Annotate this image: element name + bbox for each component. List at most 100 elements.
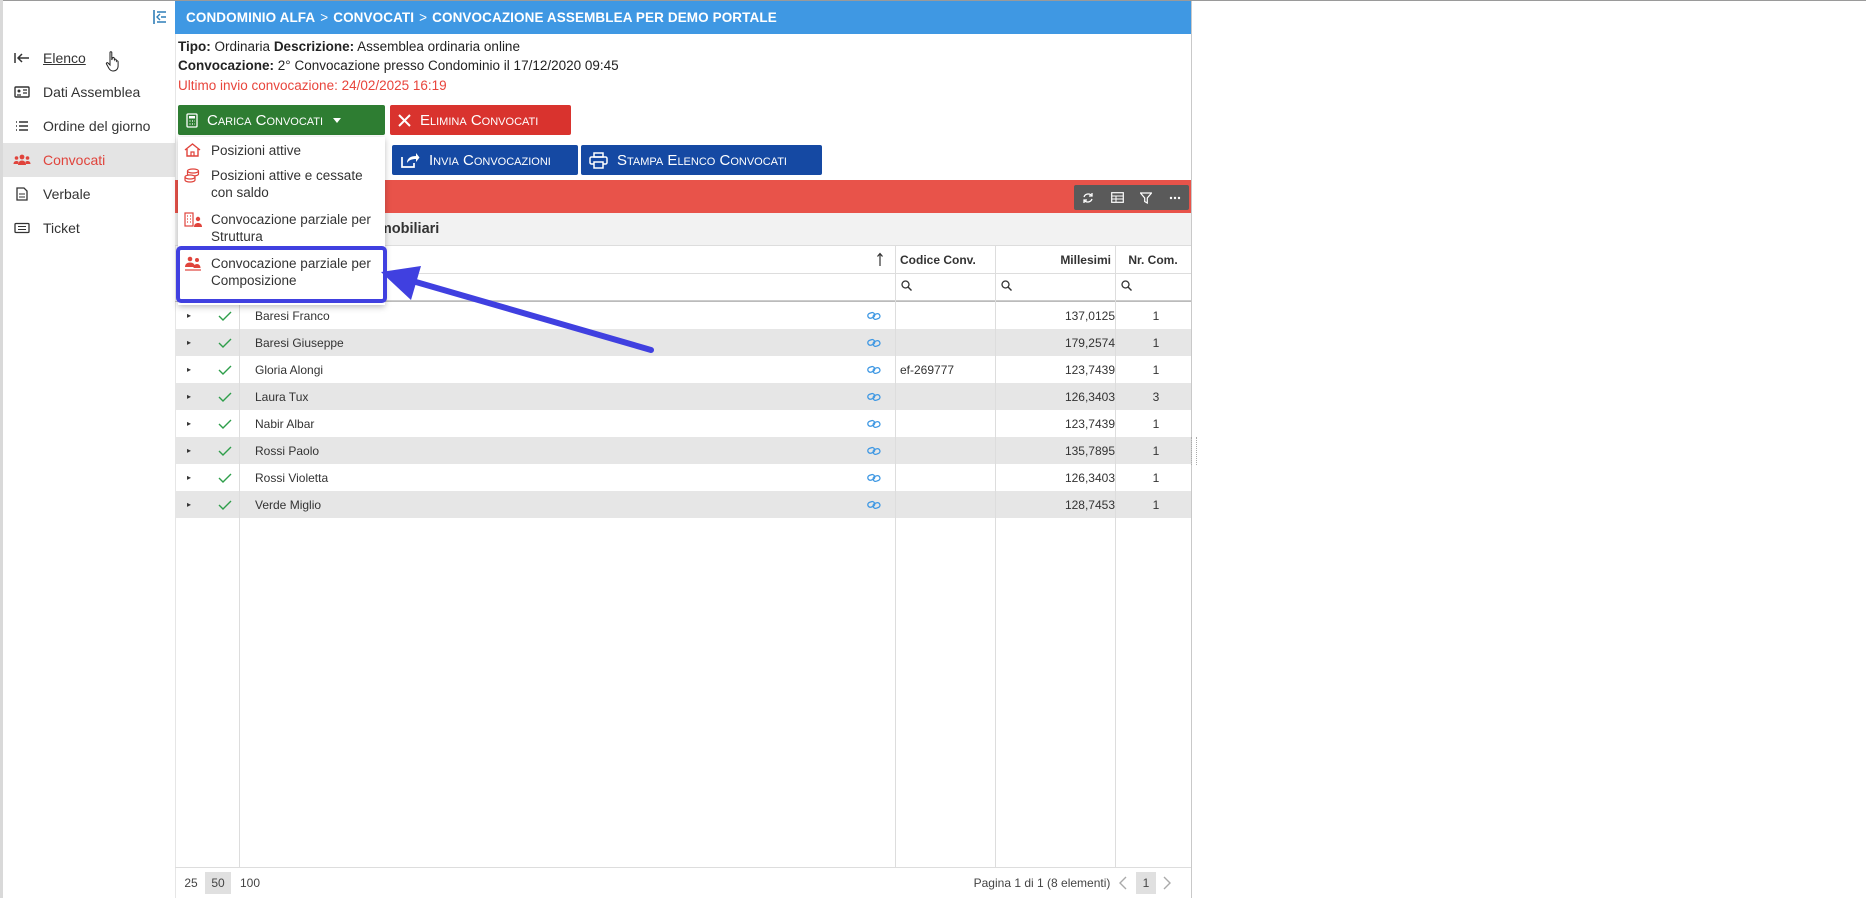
expand-icon[interactable]: ▸ [187, 383, 201, 410]
expand-icon[interactable]: ▸ [187, 437, 201, 464]
more-icon[interactable] [1164, 188, 1186, 208]
link-icon[interactable] [867, 464, 885, 491]
sort-arrow-up-icon[interactable] [877, 252, 883, 269]
expand-icon[interactable]: ▸ [187, 356, 201, 383]
name-cell: Nabir Albar [255, 416, 315, 431]
stampa-elenco-button[interactable]: Stampa Elenco Convocati [581, 145, 822, 175]
sidebar-item-convocati[interactable]: Convocati [3, 143, 175, 177]
link-icon[interactable] [867, 437, 885, 464]
ultimo-invio-text: Ultimo invio convocazione: 24/02/2025 16… [178, 78, 447, 93]
table-row[interactable]: ▸ Nabir Albar 123,7439 1 [175, 410, 1191, 437]
pager-info: Pagina 1 di 1 (8 elementi) [973, 876, 1111, 890]
check-icon [218, 383, 238, 410]
expand-icon[interactable]: ▸ [187, 329, 201, 356]
sidebar-item-label: Dati Assemblea [43, 84, 141, 100]
check-icon [218, 464, 238, 491]
table-row[interactable]: ▸ Rossi Paolo 135,7895 1 [175, 437, 1191, 464]
expand-icon[interactable]: ▸ [187, 302, 201, 329]
elimina-convocati-label: Elimina Convocati [420, 111, 539, 129]
table-row[interactable]: ▸ Laura Tux 126,3403 3 [175, 383, 1191, 410]
nr-cell: 1 [1152, 416, 1160, 431]
page-button-1[interactable]: 1 [1136, 872, 1156, 894]
tipo-label: Tipo: [178, 39, 211, 54]
next-page-icon[interactable] [1160, 872, 1174, 894]
breadcrumb-item-convocati[interactable]: CONVOCATI [333, 10, 414, 25]
page-size-25[interactable]: 25 [179, 872, 203, 894]
menu-item-posizioni-cessate[interactable]: Posizioni attive e cessate con saldo [178, 167, 385, 201]
nr-filter-cell[interactable] [1115, 274, 1191, 301]
nr-column-header[interactable]: Nr. Com. [1115, 246, 1191, 274]
sidebar: Elenco Dati Assemblea Ordine del giorno … [3, 1, 176, 898]
table-row[interactable]: ▸ Verde Miglio 128,7453 1 [175, 491, 1191, 518]
info-tipo-line: Tipo: Ordinaria Descrizione: Assemblea o… [178, 39, 520, 54]
check-icon [218, 410, 238, 437]
sidebar-item-ticket[interactable]: Ticket [3, 211, 175, 245]
code-cell: ef-269777 [900, 362, 955, 377]
convocazione-value: 2° Convocazione presso Condominio il 17/… [277, 58, 619, 73]
name-cell: Verde Miglio [255, 497, 322, 512]
breadcrumb-item-condominio[interactable]: CONDOMINIO ALFA [186, 10, 315, 25]
annotation-arrow [381, 266, 654, 353]
link-icon[interactable] [867, 356, 885, 383]
grid-pager: 25 50 100 Pagina 1 di 1 (8 elementi) 1 [175, 867, 1191, 898]
list-icon [12, 120, 32, 132]
table-row[interactable]: ▸ Gloria Alongi ef-269777 123,7439 1 [175, 356, 1191, 383]
menu-item-posizioni-attive[interactable]: Posizioni attive [178, 142, 385, 161]
nr-cell: 1 [1152, 308, 1160, 323]
sidebar-item-elenco[interactable]: Elenco [3, 41, 175, 75]
expand-icon[interactable]: ▸ [187, 464, 201, 491]
filter-icon[interactable] [1135, 188, 1157, 208]
code-cell [895, 329, 1000, 356]
millesimi-cell: 123,7439 [1064, 362, 1115, 377]
millesimi-filter-cell[interactable] [995, 274, 1115, 301]
page-size-100[interactable]: 100 [235, 872, 265, 894]
id-card-icon [12, 86, 32, 98]
table-row[interactable]: ▸ Rossi Violetta 126,3403 1 [175, 464, 1191, 491]
columns-icon[interactable] [1106, 188, 1128, 208]
sidebar-item-ordine-del-giorno[interactable]: Ordine del giorno [3, 109, 175, 143]
millesimi-cell: 126,3403 [1064, 470, 1115, 485]
code-filter-cell[interactable] [895, 274, 995, 301]
check-icon [218, 329, 238, 356]
expand-icon[interactable]: ▸ [187, 491, 201, 518]
link-icon[interactable] [867, 410, 885, 437]
nr-cell: 1 [1152, 470, 1160, 485]
stampa-elenco-label: Stampa Elenco Convocati [617, 151, 787, 169]
code-cell [895, 383, 1000, 410]
home-icon [184, 142, 206, 161]
millesimi-column-header[interactable]: Millesimi [995, 246, 1115, 274]
link-icon[interactable] [867, 302, 885, 329]
back-arrow-icon [12, 52, 32, 64]
sidebar-item-dati-assemblea[interactable]: Dati Assemblea [3, 75, 175, 109]
check-icon [218, 491, 238, 518]
sidebar-item-verbale[interactable]: Verbale [3, 177, 175, 211]
menu-item-parziale-struttura[interactable]: Convocazione parziale per Struttura [178, 211, 385, 245]
breadcrumb-separator: > [320, 10, 329, 25]
annotation-highlight-box [176, 246, 387, 303]
link-icon[interactable] [867, 383, 885, 410]
document-icon [12, 187, 32, 201]
refresh-icon[interactable] [1077, 188, 1099, 208]
millesimi-cell: 179,2574 [1064, 335, 1115, 350]
carica-convocati-button[interactable]: Carica Convocati [178, 105, 385, 135]
prev-page-icon[interactable] [1116, 872, 1130, 894]
code-column-header[interactable]: Codice Conv. [895, 246, 995, 274]
share-icon [401, 152, 420, 168]
sidebar-item-label: Convocati [43, 152, 106, 168]
millesimi-cell: 128,7453 [1064, 497, 1115, 512]
link-icon[interactable] [867, 491, 885, 518]
breadcrumb: CONDOMINIO ALFA > CONVOCATI > CONVOCAZIO… [175, 1, 1191, 34]
calculator-icon [186, 112, 198, 128]
page-size-50[interactable]: 50 [205, 872, 231, 894]
menu-item-label: Posizioni attive [211, 143, 302, 158]
expand-icon[interactable]: ▸ [187, 410, 201, 437]
table-row[interactable]: ▸ Baresi Giuseppe 179,2574 1 [175, 329, 1191, 356]
elimina-convocati-button[interactable]: Elimina Convocati [390, 105, 571, 135]
close-icon [398, 113, 411, 127]
sidebar-collapse-icon[interactable] [151, 8, 169, 26]
panel-resize-handle[interactable] [1191, 437, 1197, 465]
invia-convocazioni-button[interactable]: Invia Convocazioni [392, 145, 578, 175]
name-cell: Laura Tux [255, 389, 309, 404]
link-icon[interactable] [867, 329, 885, 356]
table-row[interactable]: ▸ Baresi Franco 137,0125 1 [175, 302, 1191, 329]
